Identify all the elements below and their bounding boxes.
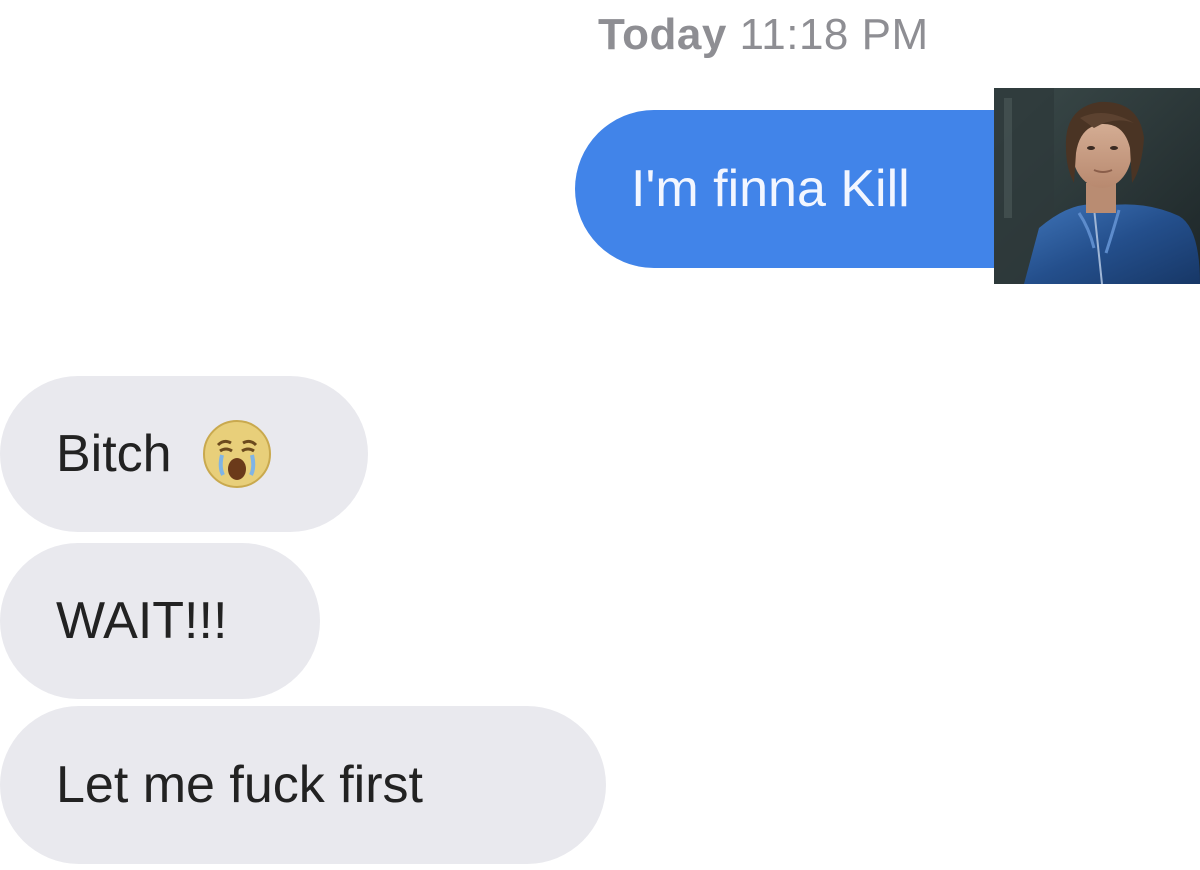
received-message-text: Bitch — [56, 425, 172, 483]
character-portrait-image — [994, 88, 1200, 284]
message-timestamp: Today 11:18 PM — [598, 10, 929, 60]
received-message-bubble[interactable]: Let me fuck first — [0, 706, 606, 864]
received-message-bubble[interactable]: Bitch — [0, 376, 368, 532]
received-message-text: Let me fuck first — [56, 756, 423, 814]
received-message-text: WAIT!!! — [56, 592, 228, 650]
received-message-bubble[interactable]: WAIT!!! — [0, 543, 320, 699]
portrait-svg — [994, 88, 1200, 284]
message-thread: Today 11:18 PM I'm finna Kill Bitch WAIT… — [0, 0, 1200, 870]
timestamp-day: Today — [598, 10, 727, 59]
crying-face-icon — [202, 419, 272, 489]
sent-message-text: I'm finna Kill — [631, 160, 910, 218]
timestamp-time: 11:18 PM — [739, 10, 929, 59]
